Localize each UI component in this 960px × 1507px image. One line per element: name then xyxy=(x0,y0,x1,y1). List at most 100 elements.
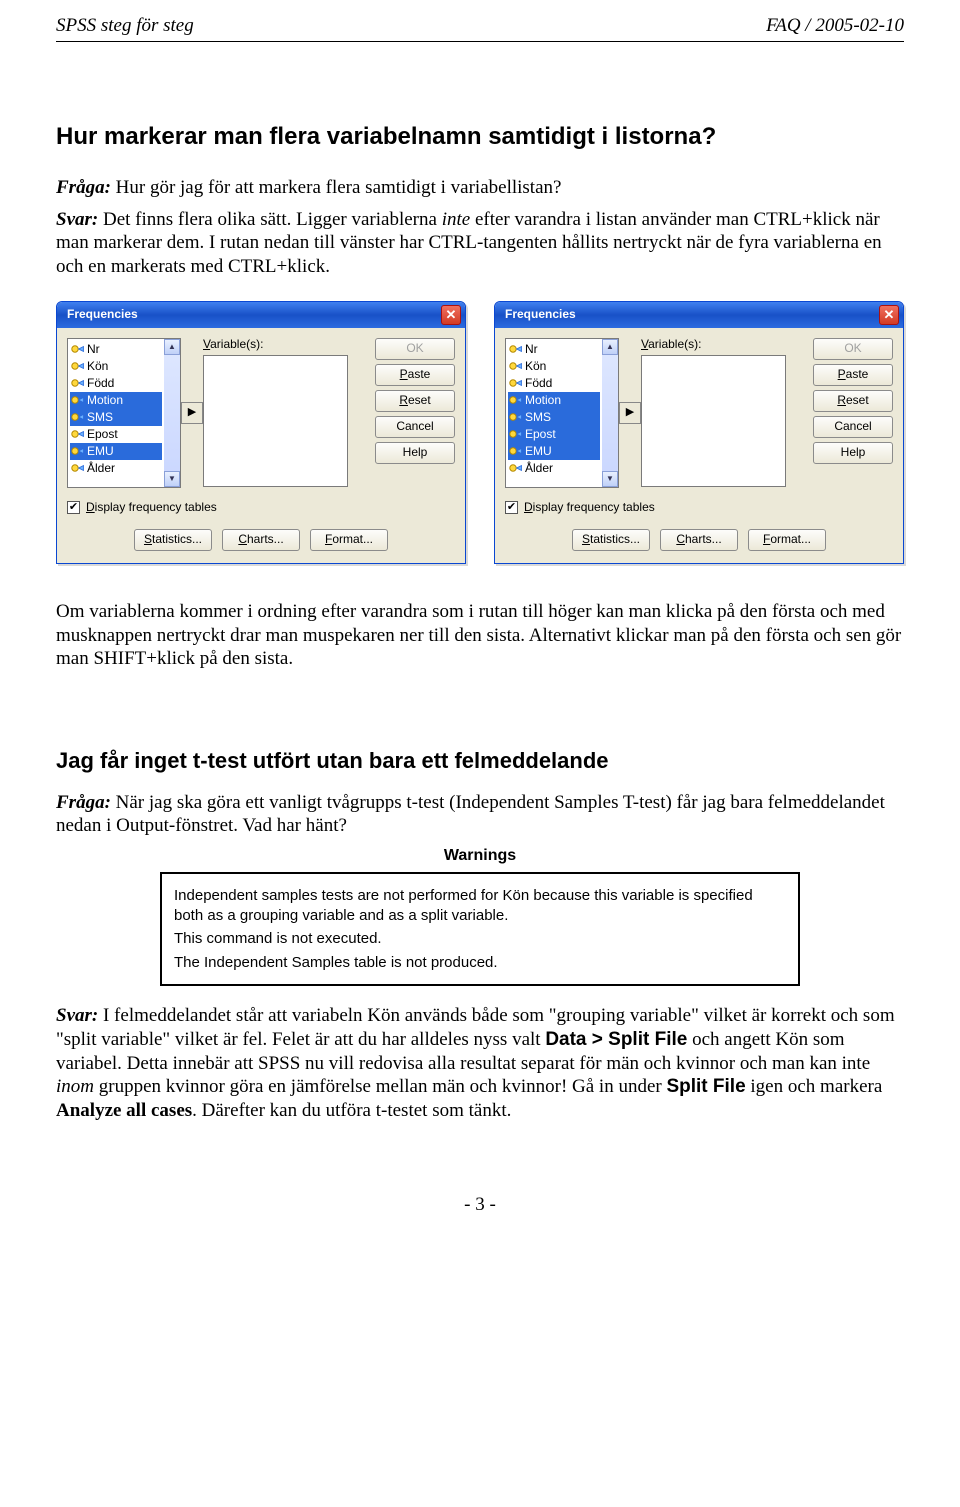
display-frequency-tables-checkbox[interactable]: ✔Display frequency tables xyxy=(67,500,455,515)
warning-line-2: This command is not executed. xyxy=(174,929,786,949)
cancel-button[interactable]: Cancel xyxy=(375,416,455,438)
variable-item[interactable]: Motion xyxy=(70,392,162,409)
variable-item[interactable]: EMU xyxy=(508,443,600,460)
variable-item[interactable]: Född xyxy=(508,375,600,392)
checkbox-icon: ✔ xyxy=(67,501,80,514)
display-frequency-tables-checkbox[interactable]: ✔Display frequency tables xyxy=(505,500,893,515)
page-number: - 3 - xyxy=(56,1193,904,1217)
cancel-button[interactable]: Cancel xyxy=(813,416,893,438)
variable-item[interactable]: Kön xyxy=(508,358,600,375)
scroll-down-icon[interactable]: ▼ xyxy=(602,471,618,487)
menu-split-file: Split File xyxy=(666,1076,745,1097)
variable-name: Nr xyxy=(87,342,100,357)
answer-emph-inte: inte xyxy=(442,209,471,230)
variable-item[interactable]: Epost xyxy=(70,426,162,443)
scroll-down-icon[interactable]: ▼ xyxy=(164,471,180,487)
variable-icon xyxy=(71,427,85,441)
variable-item[interactable]: Motion xyxy=(508,392,600,409)
variable-icon xyxy=(71,461,85,475)
variables-label: Variable(s): xyxy=(641,338,786,354)
screenshot-pair: Frequencies✕NrKönFöddMotionSMSEpostEMUÅl… xyxy=(56,301,904,564)
scroll-track[interactable] xyxy=(602,355,618,471)
warnings-title: Warnings xyxy=(56,846,904,866)
variable-item[interactable]: EMU xyxy=(70,443,162,460)
variable-item[interactable]: Ålder xyxy=(508,460,600,477)
variable-icon xyxy=(509,359,523,373)
variable-item[interactable]: Kön xyxy=(70,358,162,375)
frequencies-dialog-right: Frequencies✕ NrKönFöddMotionSMSEpostEMU Ål… xyxy=(494,301,904,564)
variable-item[interactable]: Epost xyxy=(508,426,600,443)
question-text: Hur gör jag för att markera flera samtid… xyxy=(111,177,562,198)
variable-item[interactable]: Född xyxy=(70,375,162,392)
variable-item[interactable]: Nr xyxy=(508,341,600,358)
variable-item[interactable]: SMS xyxy=(70,409,162,426)
ok-button[interactable]: OK xyxy=(813,338,893,360)
variable-name: Ålder xyxy=(87,461,115,476)
answer-label: Svar: xyxy=(56,209,98,230)
move-right-button[interactable]: ▶ xyxy=(619,402,641,424)
triangle-right-icon: ▶ xyxy=(188,406,196,420)
triangle-right-icon: ▶ xyxy=(626,406,634,420)
warnings-box: Independent samples tests are not perfor… xyxy=(160,872,800,986)
scroll-up-icon[interactable]: ▲ xyxy=(164,339,180,355)
variable-name: Motion xyxy=(525,393,561,408)
dialog-button-column: OK Paste Reset Cancel Help xyxy=(348,338,455,488)
frequencies-dialog-left: Frequencies ✕ NrKönFöddMotion SMSEpostEMU Ål… xyxy=(56,301,466,564)
charts-button[interactable]: Charts... xyxy=(660,529,738,551)
variable-icon xyxy=(71,342,85,356)
statistics-button[interactable]: Statistics... xyxy=(572,529,650,551)
variable-name: Motion xyxy=(87,393,123,408)
format-button[interactable]: Format... xyxy=(748,529,826,551)
variable-name: EMU xyxy=(525,444,552,459)
warning-line-3: The Independent Samples table is not pro… xyxy=(174,953,786,973)
ans-bold-analyze-all: Analyze all cases xyxy=(56,1100,192,1121)
ok-button[interactable]: OK xyxy=(375,338,455,360)
format-button[interactable]: Format... xyxy=(310,529,388,551)
reset-button[interactable]: Reset xyxy=(813,390,893,412)
variable-listbox[interactable]: NrKönFöddMotionSMSEpostEMUÅlder▲▼ xyxy=(67,338,181,488)
charts-button[interactable]: Charts... xyxy=(222,529,300,551)
checkbox-label: Display frequency tables xyxy=(524,500,655,515)
variable-name: Ålder xyxy=(525,461,553,476)
variable-item[interactable]: Nr xyxy=(70,341,162,358)
help-button[interactable]: Help xyxy=(813,442,893,464)
variable-item[interactable]: Ålder xyxy=(70,460,162,477)
dialog-titlebar[interactable]: Frequencies ✕ xyxy=(57,302,465,328)
scrollbar[interactable]: ▲▼ xyxy=(164,339,180,487)
page-header: SPSS steg för steg FAQ / 2005-02-10 xyxy=(56,14,904,38)
variables-label: Variable(s): xyxy=(203,338,348,354)
answer-text-a: Det finns flera olika sätt. Ligger varia… xyxy=(98,209,441,230)
answer-label-2: Svar: xyxy=(56,1005,98,1026)
variable-item[interactable]: SMS xyxy=(508,409,600,426)
variable-icon xyxy=(509,393,523,407)
dialog-title: Frequencies xyxy=(67,307,138,322)
close-icon[interactable]: ✕ xyxy=(441,305,461,325)
variable-name: SMS xyxy=(87,410,113,425)
section2-answer: Svar: I felmeddelandet står att variabel… xyxy=(56,1004,904,1123)
variable-name: EMU xyxy=(87,444,114,459)
selected-variables-listbox[interactable] xyxy=(203,355,348,487)
selected-variables-listbox[interactable] xyxy=(641,355,786,487)
variable-icon xyxy=(71,410,85,424)
dialog-titlebar[interactable]: Frequencies✕ xyxy=(495,302,903,328)
paste-button[interactable]: Paste xyxy=(375,364,455,386)
variable-icon xyxy=(71,376,85,390)
warning-line-1: Independent samples tests are not perfor… xyxy=(174,886,786,925)
dialog-bottom-buttons: Statistics... Charts... Format... xyxy=(67,521,455,551)
section1-title: Hur markerar man flera variabelnamn samt… xyxy=(56,122,904,152)
move-right-button[interactable]: ▶ xyxy=(181,402,203,424)
section2-question: Fråga: När jag ska göra ett vanligt tvåg… xyxy=(56,791,904,839)
help-button[interactable]: Help xyxy=(375,442,455,464)
scroll-track[interactable] xyxy=(164,355,180,471)
variable-icon xyxy=(509,427,523,441)
section1-question: Fråga: Hur gör jag för att markera flera… xyxy=(56,176,904,200)
paste-button[interactable]: Paste xyxy=(813,364,893,386)
scroll-up-icon[interactable]: ▲ xyxy=(602,339,618,355)
scrollbar[interactable]: ▲▼ xyxy=(602,339,618,487)
variable-icon xyxy=(71,393,85,407)
variable-icon xyxy=(71,444,85,458)
reset-button[interactable]: Reset xyxy=(375,390,455,412)
close-icon[interactable]: ✕ xyxy=(879,305,899,325)
statistics-button[interactable]: Statistics... xyxy=(134,529,212,551)
variable-listbox[interactable]: NrKönFöddMotionSMSEpostEMUÅlder▲▼ xyxy=(505,338,619,488)
